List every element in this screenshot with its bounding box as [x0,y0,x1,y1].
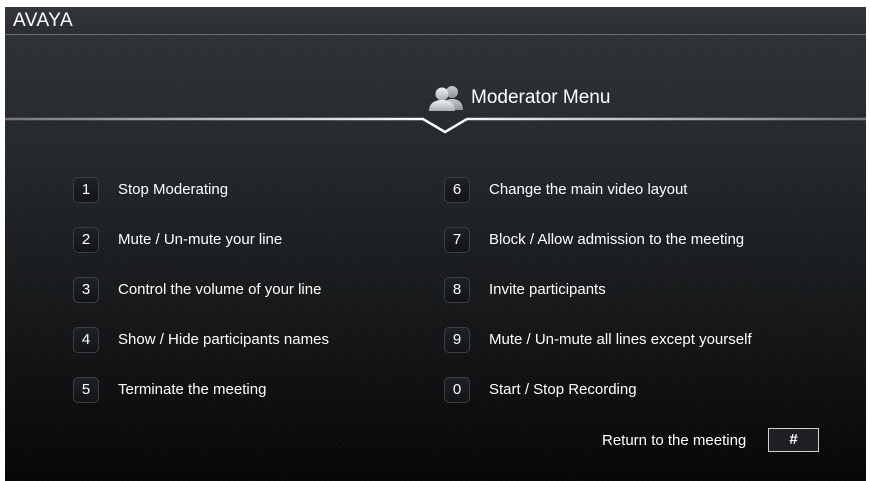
participants-icon [429,86,463,111]
key-6[interactable]: 6 [444,177,470,203]
menu-header: Moderator Menu [5,81,866,117]
key-3[interactable]: 3 [73,277,99,303]
key-9[interactable]: 9 [444,327,470,353]
key-1[interactable]: 1 [73,177,99,203]
key-8[interactable]: 8 [444,277,470,303]
menu-item-label: Show / Hide participants names [118,331,329,348]
menu-item-label: Change the main video layout [489,181,688,198]
menu-item-label: Terminate the meeting [118,381,267,398]
menu-item-label: Mute / Un-mute all lines except yourself [489,331,752,348]
return-to-meeting-label: Return to the meeting [602,432,747,449]
header-divider [5,117,866,134]
menu-item-label: Mute / Un-mute your line [118,231,283,248]
key-0[interactable]: 0 [444,377,470,403]
avaya-logo: AVAYA [13,10,74,31]
key-5[interactable]: 5 [73,377,99,403]
menu-item-label: Block / Allow admission to the meeting [489,231,745,248]
menu-item-label: Control the volume of your line [118,281,322,298]
moderator-menu-screen: AVAYA Moderator Menu 1 Stop Moderating 2… [5,7,866,481]
menu-item-label: Start / Stop Recording [489,381,637,398]
key-7[interactable]: 7 [444,227,470,253]
menu-item-label: Stop Moderating [118,181,229,198]
key-4[interactable]: 4 [73,327,99,353]
return-to-meeting-button[interactable]: # [768,428,819,452]
menu-item-label: Invite participants [489,281,606,298]
key-2[interactable]: 2 [73,227,99,253]
page-title: Moderator Menu [471,87,611,108]
brand-bar: AVAYA [5,7,866,35]
